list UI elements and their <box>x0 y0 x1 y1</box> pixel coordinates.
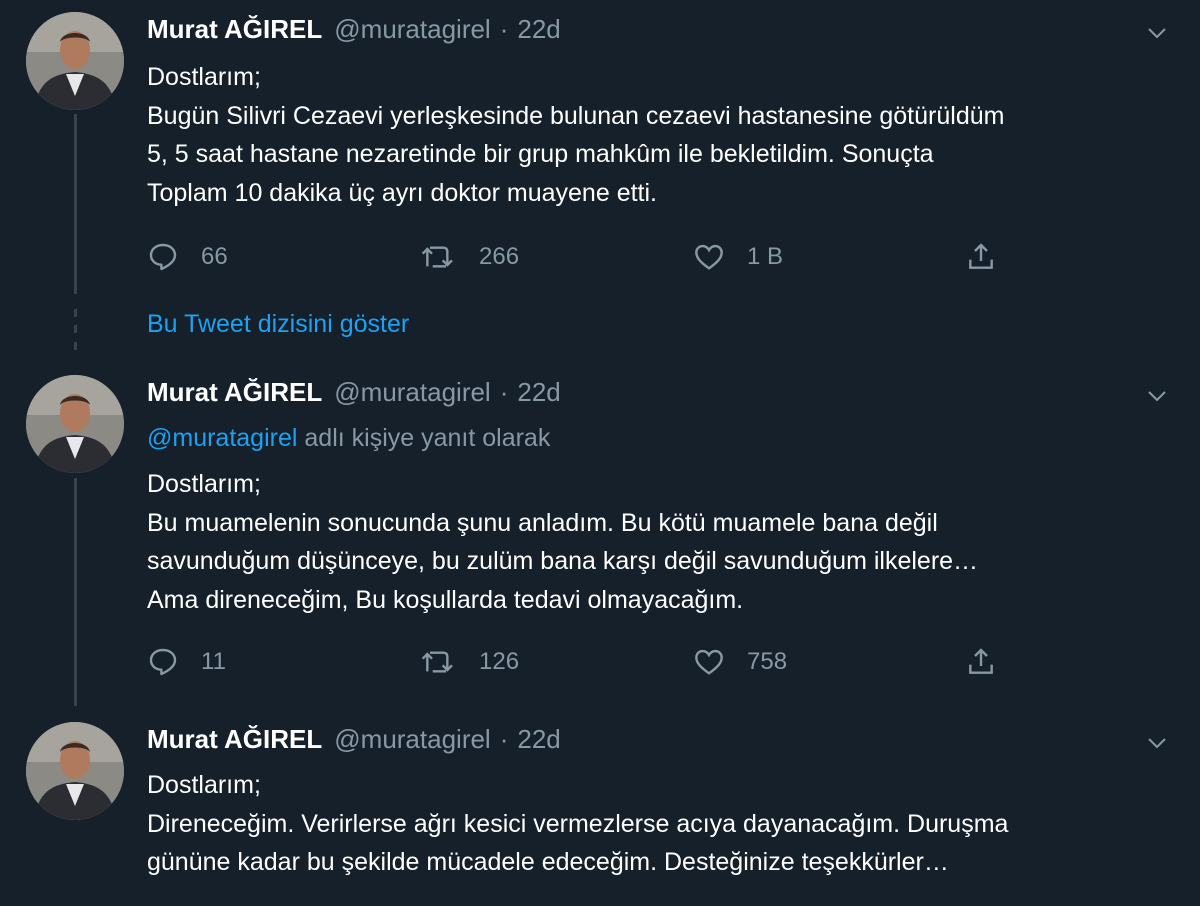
retweet-button[interactable]: 126 <box>419 642 519 682</box>
share-icon <box>969 648 993 674</box>
tweet-text-line: Ama direneceğim, Bu koşullarda tedavi ol… <box>147 585 744 614</box>
like-button[interactable]: 758 <box>693 642 787 682</box>
retweet-icon <box>421 651 453 673</box>
thread-connector-line <box>74 114 77 294</box>
avatar[interactable] <box>26 722 124 820</box>
more-options-button[interactable] <box>1142 18 1172 48</box>
share-button[interactable] <box>965 642 997 682</box>
thread-gap-dot <box>74 342 77 350</box>
reply-count: 66 <box>201 243 228 270</box>
show-thread-link[interactable]: Bu Tweet dizisini göster <box>147 310 409 339</box>
reply-button[interactable]: 11 <box>147 642 226 682</box>
reply-to-suffix: adlı kişiye yanıt olarak <box>297 424 551 452</box>
avatar[interactable] <box>26 12 124 110</box>
timestamp[interactable]: 22d <box>517 14 560 45</box>
tweet-header: Murat AĞIREL @muratagirel · 22d <box>147 724 561 758</box>
tweet-actions: 11 126 758 <box>147 642 1007 682</box>
more-options-button[interactable] <box>1142 381 1172 411</box>
author-name[interactable]: Murat AĞIREL <box>147 724 322 755</box>
tweet-text-line: Bu muamelenin sonucunda şunu anladım. Bu… <box>147 508 938 537</box>
tweet-text-line: savunduğum düşünceye, bu zulüm bana karş… <box>147 547 979 575</box>
timestamp[interactable]: 22d <box>517 377 560 408</box>
tweet-header: Murat AĞIREL @muratagirel · 22d <box>147 14 561 48</box>
like-count: 758 <box>747 648 788 675</box>
tweet-text-line: Dostlarım; <box>147 63 261 91</box>
chevron-down-icon <box>1148 391 1166 402</box>
tweet-text: Dostlarım; Bu muamelenin sonucunda şunu … <box>147 465 1177 619</box>
tweet-text-line: Bugün Silivri Cezaevi yerleşkesinde bulu… <box>147 101 1005 130</box>
tweet-header: Murat AĞIREL @muratagirel · 22d <box>147 377 561 411</box>
timestamp[interactable]: 22d <box>517 724 560 755</box>
chevron-down-icon <box>1148 738 1166 749</box>
tweet-text-line: Dostlarım; <box>147 771 261 799</box>
avatar[interactable] <box>26 375 124 473</box>
tweet-text-line: 5, 5 saat hastane nezaretinde bir grup m… <box>147 140 934 168</box>
tweet-1[interactable]: Murat AĞIREL @muratagirel · 22d Dostları… <box>0 0 1200 300</box>
heart-icon <box>695 649 723 675</box>
retweet-icon <box>421 246 453 268</box>
author-name[interactable]: Murat AĞIREL <box>147 377 322 408</box>
tweet-text-line: Direneceğim. Verirlerse ağrı kesici verm… <box>147 809 1009 838</box>
share-icon <box>969 243 993 269</box>
thread-gap-dot <box>74 309 77 317</box>
separator-dot: · <box>499 14 509 44</box>
tweet-text: Dostlarım; Bugün Silivri Cezaevi yerleşk… <box>147 58 1177 212</box>
thread-gap-dot <box>74 325 77 333</box>
more-options-button[interactable] <box>1142 728 1172 758</box>
tweet-text-line: Dostlarım; <box>147 470 261 498</box>
separator-dot: · <box>499 724 509 754</box>
reply-bubble-icon <box>149 243 177 271</box>
reply-mention-link[interactable]: @muratagirel <box>147 424 297 452</box>
chevron-down-icon <box>1148 28 1166 39</box>
tweet-2[interactable]: Murat AĞIREL @muratagirel · 22d @muratag… <box>0 365 1200 710</box>
like-button[interactable]: 1 B <box>693 237 783 277</box>
heart-icon <box>695 244 723 270</box>
replying-to: @muratagirel adlı kişiye yanıt olarak <box>147 424 550 453</box>
separator-dot: · <box>499 377 509 407</box>
retweet-button[interactable]: 266 <box>419 237 519 277</box>
tweet-3[interactable]: Murat AĞIREL @muratagirel · 22d Dostları… <box>0 712 1200 906</box>
like-count: 1 B <box>747 243 784 270</box>
reply-bubble-icon <box>149 648 177 676</box>
tweet-thread-timeline: Murat AĞIREL @muratagirel · 22d Dostları… <box>0 0 1200 906</box>
reply-button[interactable]: 66 <box>147 237 228 277</box>
retweet-count: 266 <box>479 243 520 270</box>
tweet-text-line: Toplam 10 dakika üç ayrı doktor muayene … <box>147 178 657 207</box>
author-handle[interactable]: @muratagirel <box>334 377 490 408</box>
author-handle[interactable]: @muratagirel <box>334 14 490 45</box>
retweet-count: 126 <box>479 648 520 675</box>
tweet-text: Dostlarım; Direneceğim. Verirlerse ağrı … <box>147 766 1177 882</box>
author-handle[interactable]: @muratagirel <box>334 724 490 755</box>
reply-count: 11 <box>201 648 226 675</box>
tweet-text-line: gününe kadar bu şekilde mücadele edeceği… <box>147 848 949 876</box>
tweet-actions: 66 266 1 B <box>147 237 1007 277</box>
thread-connector-line <box>74 478 77 706</box>
author-name[interactable]: Murat AĞIREL <box>147 14 322 45</box>
share-button[interactable] <box>965 237 997 277</box>
